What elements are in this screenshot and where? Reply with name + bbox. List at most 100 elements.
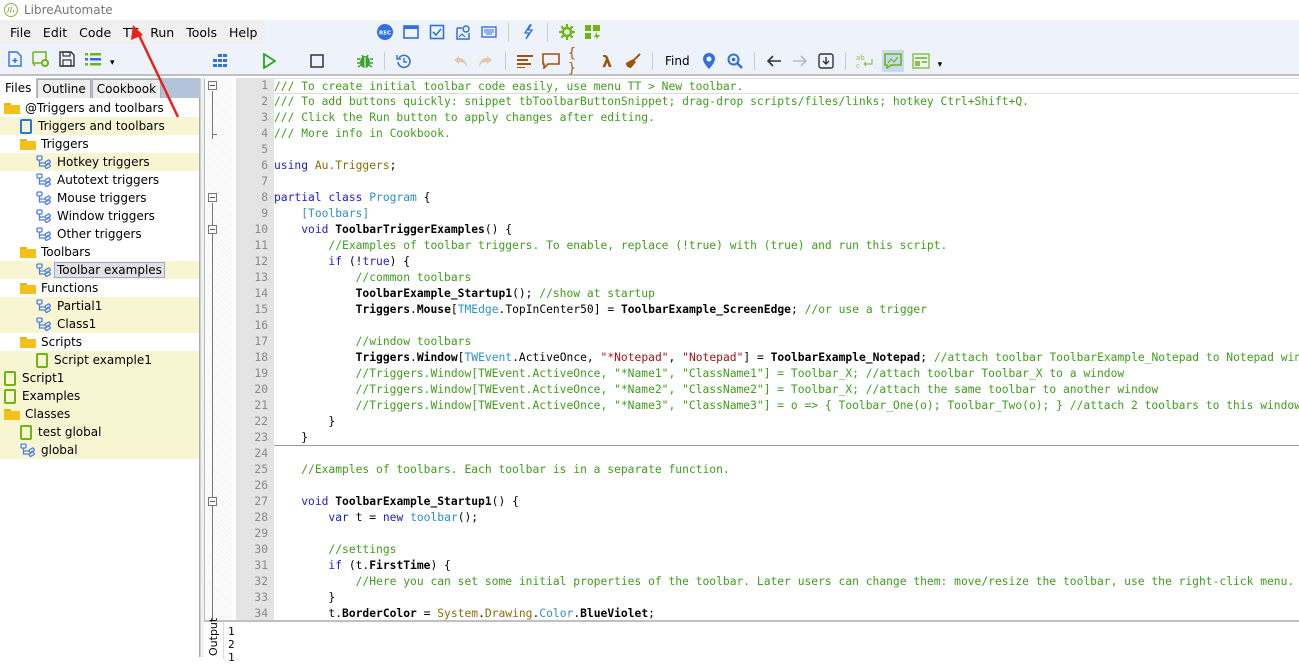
code-line[interactable] [274,142,1299,158]
keyboard-icon[interactable] [480,23,498,41]
tree-item[interactable]: Window triggers [0,207,199,225]
apps-grid-icon[interactable] [212,52,230,70]
tree-item[interactable]: Script example1 [0,351,199,369]
tree-item[interactable]: Script1 [0,369,199,387]
lambda-icon[interactable]: λ [598,52,616,71]
tab-outline[interactable]: Outline [37,79,91,98]
fold-margin[interactable] [204,78,232,620]
menu-code[interactable]: Code [73,25,117,40]
menu-run[interactable]: Run [144,25,180,40]
code-line[interactable]: } [274,590,1299,606]
code-line[interactable]: //settings [274,542,1299,558]
code-line[interactable] [274,318,1299,334]
tree-item[interactable]: Toolbars [0,243,199,261]
code-line[interactable]: Triggers.Window[TWEvent.ActiveOnce, "*No… [274,350,1299,366]
tree-item[interactable]: Scripts [0,333,199,351]
tooltip-preview-icon[interactable] [881,50,904,72]
tree-item[interactable]: Class1 [0,315,199,333]
menu-file[interactable]: File [0,25,37,40]
image-search-icon[interactable] [454,23,472,41]
tree-item[interactable]: Triggers and toolbars [0,117,199,135]
menu-tt[interactable]: TT [117,25,144,40]
code-line[interactable]: [Toolbars] [274,206,1299,222]
code-line[interactable]: /// More info in Cookbook. [274,126,1299,142]
window-icon[interactable] [402,23,420,41]
find-button[interactable]: Find [663,54,692,68]
tree-item[interactable]: global [0,441,199,459]
list-icon[interactable] [84,50,102,68]
code-line[interactable]: void ToolbarExample_Startup1() { [274,494,1299,510]
tree-item[interactable]: Triggers [0,135,199,153]
tree-item[interactable]: Functions [0,279,199,297]
tree-item[interactable]: Partial1 [0,297,199,315]
code-line[interactable]: void ToolbarTriggerExamples() { [274,222,1299,238]
menu-edit[interactable]: Edit [37,25,73,40]
comment-icon[interactable] [542,52,560,70]
code-line[interactable]: if (!true) { [274,254,1299,270]
tree-item[interactable]: @Triggers and toolbars [0,99,199,117]
code-line[interactable]: t.BorderColor = System.Drawing.Color.Blu… [274,606,1299,620]
code-line[interactable]: /// Click the Run button to apply change… [274,110,1299,126]
new-trigger-icon[interactable] [32,50,50,68]
run-icon[interactable] [260,52,278,70]
tree-item[interactable]: Toolbar examples [0,261,199,279]
tree-item[interactable]: Examples [0,387,199,405]
back-arrow-icon[interactable] [765,52,783,70]
tree-item[interactable]: Hotkey triggers [0,153,199,171]
triggers-icon[interactable] [584,23,602,41]
braces-icon[interactable]: { } [568,46,590,76]
undo-icon[interactable] [451,52,469,70]
save-icon[interactable] [58,50,76,68]
format-align-icon[interactable] [516,52,534,70]
fold-toggle[interactable] [208,225,217,234]
redo-icon[interactable] [477,52,495,70]
output-tab[interactable]: Output [204,618,224,659]
toolbar-overflow-icon[interactable]: ▾ [938,60,943,70]
code-line[interactable] [274,446,1299,462]
recent-history-icon[interactable] [395,52,413,70]
code-line[interactable]: using Au.Triggers; [274,158,1299,174]
menu-help[interactable]: Help [223,25,264,40]
code-line[interactable]: //Examples of toolbars. Each toolbar is … [274,462,1299,478]
code-line[interactable]: var t = new toolbar(); [274,510,1299,526]
code-line[interactable]: //Examples of toolbar triggers. To enabl… [274,238,1299,254]
code-line[interactable]: //Here you can set some initial properti… [274,574,1299,590]
code-line[interactable]: } [274,430,1299,446]
go-to-definition-icon[interactable] [700,52,718,70]
fold-toggle[interactable] [208,193,217,202]
fold-toggle[interactable] [208,497,217,506]
new-file-icon[interactable] [6,50,24,68]
code-line[interactable]: partial class Program { [274,190,1299,206]
tree-item[interactable]: test global [0,423,199,441]
forward-arrow-icon[interactable] [791,52,809,70]
code-line[interactable]: /// To add buttons quickly: snippet tbTo… [274,94,1299,110]
stop-icon[interactable] [308,52,326,70]
find-references-icon[interactable] [726,52,744,70]
panel-layout-icon[interactable] [911,52,930,70]
code-line[interactable]: if (t.FirstTime) { [274,558,1299,574]
code-line[interactable]: //Triggers.Window[TWEvent.ActiveOnce, "*… [274,382,1299,398]
code-line[interactable]: /// To create initial toolbar code easil… [274,78,1299,94]
tree-item[interactable]: Classes [0,405,199,423]
menu-tools[interactable]: Tools [180,25,223,40]
code-line[interactable] [274,174,1299,190]
code-text[interactable]: /// To create initial toolbar code easil… [274,78,1299,620]
toolbar-overflow-icon[interactable]: ▾ [110,58,115,68]
code-editor[interactable]: 1 2 3 4 5 6 7 8 9 10 11 12 13 14 15 16 17 18 19 20 21 22 23 24 2… [204,78,1299,620]
code-line[interactable]: Triggers.Mouse[TMEdge.TopInCenter50] = T… [274,302,1299,318]
tree-item[interactable]: Autotext triggers [0,171,199,189]
tab-files[interactable]: Files [0,78,37,98]
checkbox-icon[interactable] [428,23,446,41]
code-line[interactable]: } [274,414,1299,430]
tree-item[interactable]: Mouse triggers [0,189,199,207]
settings-gear-icon[interactable] [558,23,576,41]
code-line[interactable] [274,478,1299,494]
code-line[interactable]: //Triggers.Window[TWEvent.ActiveOnce, "*… [274,366,1299,382]
debug-bug-icon[interactable] [356,52,374,70]
download-box-icon[interactable] [817,52,835,70]
code-line[interactable] [274,526,1299,542]
tree-item[interactable]: Other triggers [0,225,199,243]
code-line[interactable]: //window toolbars [274,334,1299,350]
trigger-lightning-icon[interactable] [519,23,537,41]
fold-toggle[interactable] [208,81,217,90]
